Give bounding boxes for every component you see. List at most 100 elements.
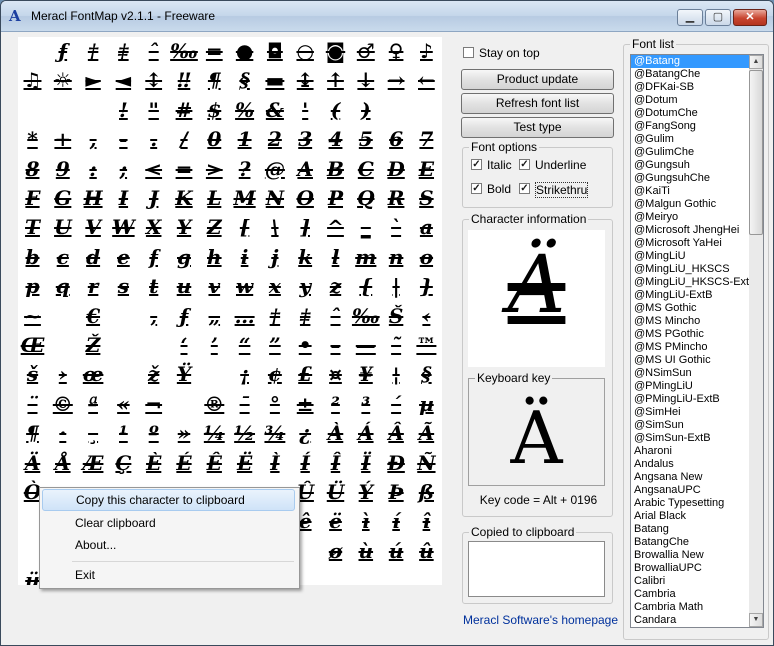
char-cell[interactable]: / bbox=[170, 125, 199, 154]
menu-item-about[interactable]: About... bbox=[42, 534, 295, 556]
char-cell[interactable]: y bbox=[291, 272, 320, 301]
char-cell[interactable] bbox=[18, 96, 47, 125]
scroll-thumb[interactable] bbox=[749, 70, 763, 235]
char-cell[interactable]: h bbox=[200, 243, 229, 272]
char-cell[interactable]: ‹ bbox=[412, 302, 441, 331]
char-cell[interactable]: ´ bbox=[382, 390, 411, 419]
char-cell[interactable]: , bbox=[79, 125, 108, 154]
char-cell[interactable]: ‼ bbox=[170, 66, 199, 95]
font-list-item[interactable]: @Batang bbox=[631, 55, 763, 68]
char-cell[interactable]: ± bbox=[291, 390, 320, 419]
font-list-item[interactable]: Browallia New bbox=[631, 549, 763, 562]
char-cell[interactable]: ▬ bbox=[260, 66, 289, 95]
char-cell[interactable]: ¶ bbox=[200, 66, 229, 95]
char-cell[interactable]: 8 bbox=[18, 155, 47, 184]
char-cell[interactable]: m bbox=[351, 243, 380, 272]
font-list-item[interactable]: Candara bbox=[631, 614, 763, 627]
char-cell[interactable]: € bbox=[79, 302, 108, 331]
char-cell[interactable]: k bbox=[291, 243, 320, 272]
char-cell[interactable]: Y bbox=[170, 213, 199, 242]
underline-checkbox[interactable]: ✓ bbox=[519, 159, 530, 170]
font-list-item[interactable]: Calibri bbox=[631, 575, 763, 588]
char-cell[interactable]: ™ bbox=[412, 331, 441, 360]
char-cell[interactable]: ¯ bbox=[230, 390, 259, 419]
char-cell[interactable]: ¶ bbox=[18, 419, 47, 448]
char-cell[interactable]: 0 bbox=[200, 125, 229, 154]
char-cell[interactable]: » bbox=[170, 419, 199, 448]
char-cell[interactable]: « bbox=[109, 390, 138, 419]
font-list-item[interactable]: @Microsoft YaHei bbox=[631, 237, 763, 250]
char-cell[interactable]: S bbox=[412, 184, 441, 213]
char-cell[interactable] bbox=[79, 96, 108, 125]
char-cell[interactable]: b bbox=[18, 243, 47, 272]
char-cell[interactable]: ’ bbox=[200, 331, 229, 360]
char-cell[interactable]: q bbox=[48, 272, 77, 301]
char-cell[interactable]: ë bbox=[321, 507, 350, 536]
char-cell[interactable] bbox=[412, 96, 441, 125]
char-cell[interactable]: Ã bbox=[412, 419, 441, 448]
char-cell[interactable]: a bbox=[412, 213, 441, 242]
font-list-item[interactable]: BrowalliaUPC bbox=[631, 562, 763, 575]
char-cell[interactable] bbox=[109, 360, 138, 389]
char-cell[interactable]: Ÿ bbox=[170, 360, 199, 389]
char-cell[interactable]: û bbox=[412, 537, 441, 566]
char-cell[interactable]: Ä bbox=[18, 449, 47, 478]
char-cell[interactable]: Æ bbox=[79, 449, 108, 478]
char-cell[interactable]: 1 bbox=[230, 125, 259, 154]
char-cell[interactable] bbox=[139, 331, 168, 360]
font-list-item[interactable]: @PMingLiU bbox=[631, 380, 763, 393]
char-cell[interactable]: ³ bbox=[351, 390, 380, 419]
font-list-item[interactable]: @NSimSun bbox=[631, 367, 763, 380]
char-cell[interactable]: p bbox=[18, 272, 47, 301]
char-cell[interactable]: ì bbox=[351, 507, 380, 536]
char-cell[interactable]: ^ bbox=[321, 213, 350, 242]
char-cell[interactable]: C bbox=[351, 155, 380, 184]
char-cell[interactable]: N bbox=[260, 184, 289, 213]
scroll-up-icon[interactable]: ▲ bbox=[749, 55, 763, 69]
char-cell[interactable]: Ð bbox=[382, 449, 411, 478]
char-cell[interactable]: ● bbox=[230, 37, 259, 66]
char-cell[interactable]: î bbox=[412, 507, 441, 536]
char-cell[interactable]: G bbox=[48, 184, 77, 213]
char-cell[interactable]: 9 bbox=[48, 155, 77, 184]
char-cell[interactable]: ª bbox=[79, 390, 108, 419]
test-type-button[interactable]: Test type bbox=[461, 117, 614, 138]
char-cell[interactable]: § bbox=[412, 360, 441, 389]
font-list-item[interactable]: AngsanaUPC bbox=[631, 484, 763, 497]
char-cell[interactable]: Ç bbox=[109, 449, 138, 478]
char-cell[interactable]: ↑ bbox=[321, 66, 350, 95]
font-list-item[interactable]: Arial Black bbox=[631, 510, 763, 523]
char-cell[interactable]: % bbox=[230, 96, 259, 125]
scroll-down-icon[interactable]: ▼ bbox=[749, 613, 763, 627]
char-cell[interactable]: H bbox=[79, 184, 108, 213]
char-cell[interactable]: ‡ bbox=[291, 302, 320, 331]
title-bar[interactable]: A Meracl FontMap v2.1.1 - Freeware ▁ ▢ ✕ bbox=[1, 1, 773, 32]
char-cell[interactable]: ☼ bbox=[48, 66, 77, 95]
char-cell[interactable]: § bbox=[230, 66, 259, 95]
char-cell[interactable]: e bbox=[109, 243, 138, 272]
char-cell[interactable]: B bbox=[321, 155, 350, 184]
char-cell[interactable]: W bbox=[109, 213, 138, 242]
char-cell[interactable]: ♪ bbox=[412, 37, 441, 66]
font-list-item[interactable]: @Gulim bbox=[631, 133, 763, 146]
char-cell[interactable]: ƒ bbox=[170, 302, 199, 331]
font-list-item[interactable]: @SimSun bbox=[631, 419, 763, 432]
char-cell[interactable]: Ë bbox=[230, 449, 259, 478]
font-list-item[interactable]: @MingLiU-ExtB bbox=[631, 289, 763, 302]
font-list-item[interactable]: @MS PMincho bbox=[631, 341, 763, 354]
char-cell[interactable]: Â bbox=[382, 419, 411, 448]
char-cell[interactable]: Í bbox=[291, 449, 320, 478]
char-cell[interactable] bbox=[48, 302, 77, 331]
menu-item-clear-clipboard[interactable]: Clear clipboard bbox=[42, 512, 295, 534]
char-cell[interactable]: = bbox=[200, 37, 229, 66]
font-list-item[interactable]: Aharoni bbox=[631, 445, 763, 458]
char-cell[interactable]: V bbox=[79, 213, 108, 242]
char-cell[interactable]: U bbox=[48, 213, 77, 242]
char-cell[interactable]: ƒ bbox=[48, 37, 77, 66]
char-cell[interactable]: É bbox=[170, 449, 199, 478]
char-cell[interactable]: £ bbox=[291, 360, 320, 389]
char-cell[interactable]: ¿ bbox=[291, 419, 320, 448]
char-cell[interactable]: = bbox=[170, 155, 199, 184]
font-list-item[interactable]: Batang bbox=[631, 523, 763, 536]
char-cell[interactable]: j bbox=[260, 243, 289, 272]
